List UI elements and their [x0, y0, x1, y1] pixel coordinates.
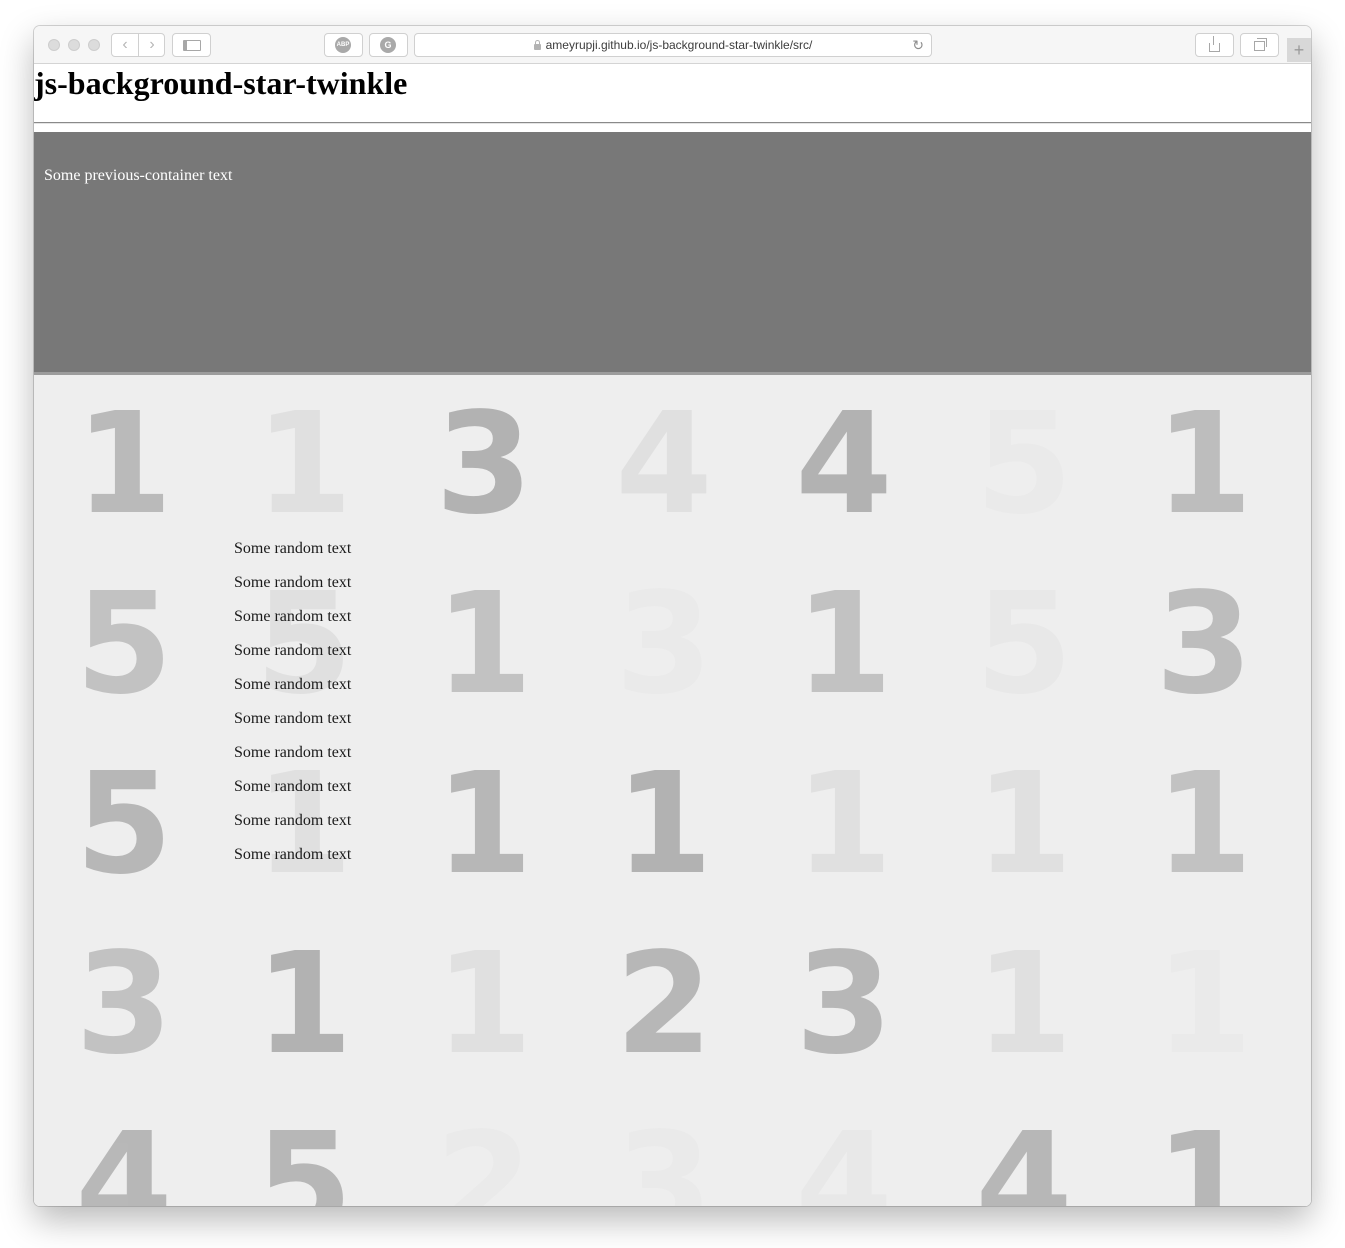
twinkle-digit: 2: [615, 923, 713, 1086]
reload-icon[interactable]: ↻: [912, 34, 924, 56]
address-bar[interactable]: ameyrupji.github.io/js-background-star-t…: [414, 33, 932, 57]
twinkle-digit: 5: [75, 743, 173, 906]
twinkle-digit: 1: [255, 383, 353, 546]
twinkle-digit: 1: [75, 383, 173, 546]
twinkle-digit: 1: [975, 923, 1073, 1086]
twinkle-digit: 3: [1155, 563, 1253, 726]
random-text-line: Some random text: [234, 812, 352, 829]
close-window-button[interactable]: [48, 39, 60, 51]
url-text: ameyrupji.github.io/js-background-star-t…: [545, 38, 813, 52]
twinkle-digit: 3: [574, 555, 754, 735]
tabs-icon: [1254, 38, 1267, 51]
zoom-window-button[interactable]: [88, 39, 100, 51]
twinkle-digit: 2: [394, 1095, 574, 1206]
random-text-line: Some random text: [234, 744, 352, 761]
sidebar-toggle-button[interactable]: [172, 33, 211, 57]
twinkle-digit: 1: [615, 743, 713, 906]
twinkle-digit: 5: [934, 375, 1114, 555]
previous-container: Some previous-container text: [34, 132, 1311, 375]
minimize-window-button[interactable]: [68, 39, 80, 51]
adblock-icon: ABP: [335, 37, 351, 53]
twinkle-digit: 4: [795, 383, 893, 546]
browser-window: ‹ › ABP G ameyrupji.github.io/js-backgro…: [34, 26, 1311, 1206]
random-text-line: Some random text: [234, 608, 352, 625]
twinkle-digit: 4: [795, 1103, 893, 1206]
grammarly-icon: G: [380, 37, 396, 53]
previous-container-text: Some previous-container text: [44, 167, 233, 184]
twinkle-digit: 5: [255, 1103, 353, 1206]
twinkle-digit: 1: [795, 743, 893, 906]
twinkle-digit: 3: [435, 383, 533, 546]
browser-toolbar: ‹ › ABP G ameyrupji.github.io/js-backgro…: [34, 26, 1311, 64]
twinkle-digit: 4: [975, 1103, 1073, 1206]
twinkle-digit: 1: [1155, 1103, 1253, 1206]
new-tab-button[interactable]: +: [1287, 38, 1311, 62]
random-text-line: Some random text: [234, 710, 352, 727]
page-viewport: js-background-star-twinkle Some previous…: [34, 64, 1311, 1206]
random-text-line: Some random text: [234, 676, 352, 693]
twinkle-digit: 1: [1155, 383, 1253, 546]
twinkle-digit: 1: [975, 743, 1073, 906]
random-text-line: Some random text: [234, 574, 352, 591]
page-title: js-background-star-twinkle: [34, 65, 408, 101]
twinkle-digit: 4: [615, 383, 713, 546]
twinkle-digit: 1: [795, 563, 893, 726]
twinkle-digit: 1: [435, 923, 533, 1086]
sidebar-icon: [182, 40, 201, 51]
twinkle-digit: 5: [975, 563, 1073, 726]
twinkle-digit: 3: [75, 923, 173, 1086]
twinkle-digit: 1: [435, 563, 533, 726]
twinkle-container: 11344515513153511111131123114523441 Some…: [34, 375, 1311, 1206]
random-text-line: Some random text: [234, 778, 352, 795]
back-forward-buttons: ‹ ›: [111, 33, 165, 57]
twinkle-digit: 1: [255, 923, 353, 1086]
grammarly-extension-button[interactable]: G: [369, 33, 408, 57]
lock-icon: [533, 40, 541, 50]
twinkle-digit: 1: [1155, 743, 1253, 906]
random-text-line: Some random text: [234, 540, 352, 557]
tab-overview-button[interactable]: [1240, 33, 1279, 57]
random-text-line: Some random text: [234, 642, 352, 659]
twinkle-digit: 4: [75, 1103, 173, 1206]
back-arrow-icon[interactable]: ‹: [112, 34, 138, 56]
twinkle-digit: 3: [795, 923, 893, 1086]
random-text-list: Some random text Some random text Some r…: [234, 539, 351, 879]
twinkle-digit: 3: [574, 1095, 754, 1206]
twinkle-digit: 1: [1114, 915, 1294, 1095]
forward-arrow-icon[interactable]: ›: [139, 34, 165, 56]
twinkle-digit: 1: [435, 743, 533, 906]
share-icon: [1209, 36, 1220, 52]
title-divider: [34, 122, 1311, 124]
twinkle-digit: 5: [75, 563, 173, 726]
share-button[interactable]: [1195, 33, 1234, 57]
random-text-line: Some random text: [234, 846, 352, 863]
adblock-extension-button[interactable]: ABP: [324, 33, 363, 57]
